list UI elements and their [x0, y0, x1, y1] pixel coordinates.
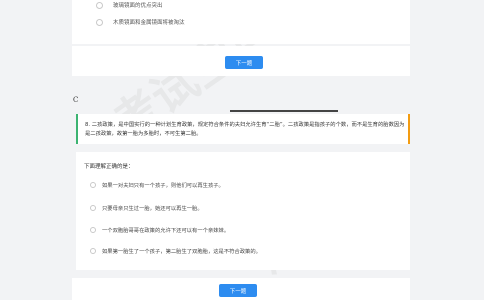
choice-item[interactable]: 只要母亲只生过一胎，她还可以再生一胎。 [90, 203, 203, 213]
divider-line [230, 110, 338, 112]
choice-label: 只要母亲只生过一胎，她还可以再生一胎。 [102, 206, 203, 212]
choice-label: 一个双胞胎哥哥在政策的允许下还可以有一个亲妹妹。 [102, 228, 230, 234]
section-letter: C [73, 96, 79, 104]
question-stem-box: 8. 二孩政策，是中国实行的一种计划生育政策，规定符合条件的夫妇允许生育“二胎”… [76, 114, 410, 144]
radio-icon[interactable] [90, 227, 96, 233]
radio-icon[interactable] [90, 182, 96, 188]
option-label: 玻璃镜面的优点突出 [113, 3, 163, 9]
answer-options-box: 下面理解正确的是： 如果一对夫妇只有一个孩子，则他们可以再生孩子。 只要母亲只生… [76, 152, 410, 270]
previous-question-card: 玻璃镜面的优点突出 木质镜面和金属镜面将被淘汰 [72, 0, 410, 44]
choice-item[interactable]: 如果第一胎生了一个孩子，第二胎生了双胞胎，这是不符合政策的。 [90, 246, 261, 256]
previous-question-footer: 下一题 [72, 46, 410, 76]
option-label: 木质镜面和金属镜面将被淘汰 [113, 20, 185, 26]
choice-item[interactable]: 如果一对夫妇只有一个孩子，则他们可以再生孩子。 [90, 180, 224, 190]
option-item[interactable]: 玻璃镜面的优点突出 [96, 0, 163, 11]
radio-icon[interactable] [96, 18, 103, 26]
option-item[interactable]: 木质镜面和金属镜面将被淘汰 [96, 16, 185, 28]
choice-label: 如果第一胎生了一个孩子，第二胎生了双胞胎，这是不符合政策的。 [102, 249, 261, 255]
radio-icon[interactable] [90, 248, 96, 254]
radio-icon[interactable] [90, 205, 96, 211]
next-button[interactable]: 下一题 [225, 56, 263, 69]
choice-label: 如果一对夫妇只有一个孩子，则他们可以再生孩子。 [102, 183, 224, 189]
question-stem: 8. 二孩政策，是中国实行的一种计划生育政策，规定符合条件的夫妇允许生育“二胎”… [85, 121, 407, 139]
next-button[interactable]: 下一题 [219, 284, 257, 297]
question-number: 8. [85, 122, 91, 128]
question-stem-text: 二孩政策，是中国实行的一种计划生育政策，规定符合条件的夫妇允许生育“二胎”。二孩… [85, 122, 405, 137]
radio-icon[interactable] [96, 1, 103, 9]
choice-item[interactable]: 一个双胞胎哥哥在政策的允许下还可以有一个亲妹妹。 [90, 225, 229, 235]
question-footer: 下一题 [72, 278, 410, 300]
question-prompt: 下面理解正确的是： [84, 164, 134, 170]
